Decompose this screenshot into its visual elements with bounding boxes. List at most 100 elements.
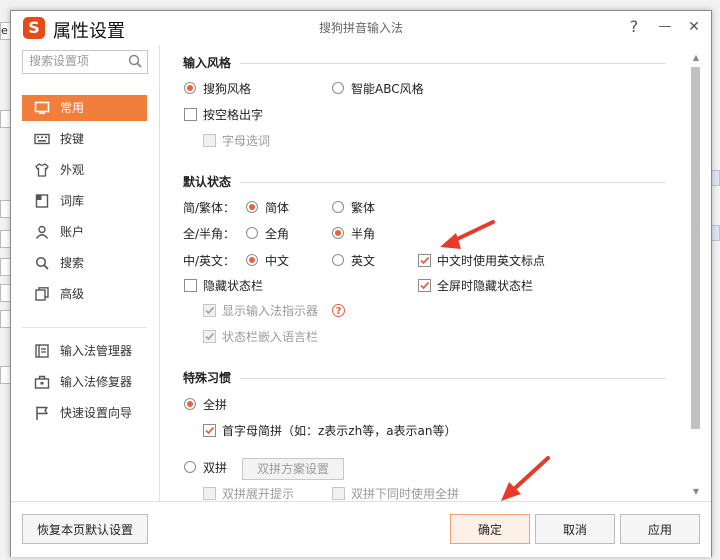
sidebar: 常用 按键 外观 词库 账户 搜索 高级 输入法管理器 [11, 45, 160, 501]
option-label: 全屏时隐藏状态栏 [437, 279, 534, 293]
minimize-button[interactable]: — [654, 14, 676, 40]
radio-indicator [184, 461, 196, 473]
radio-indicator [246, 254, 258, 266]
option-label: 搜狗风格 [203, 82, 252, 96]
keyboard-icon [34, 133, 50, 145]
checkbox-indicator [418, 254, 431, 267]
row-label-width: 全/半角： [183, 227, 236, 241]
option-label: 智能ABC风格 [351, 82, 424, 96]
scroll-thumb[interactable] [691, 67, 700, 429]
help-button[interactable]: ? [623, 14, 645, 40]
option-label: 双拼 [203, 461, 228, 475]
option-label: 双拼展开提示 [222, 487, 295, 501]
radio-indicator [246, 227, 258, 239]
close-button[interactable]: ✕ [683, 14, 705, 40]
checkbox-indicator [203, 304, 216, 317]
dialog-footer: 恢复本页默认设置 确定 取消 应用 [11, 501, 711, 557]
row-label-cn-en: 中/英文： [183, 254, 236, 268]
checkbox-indicator [184, 108, 197, 121]
sidebar-item-label: 高级 [60, 287, 85, 301]
section-title-default-state: 默认状态 [183, 175, 232, 189]
option-label: 中文 [265, 254, 290, 268]
radio-indicator [332, 201, 344, 213]
flag-icon [36, 406, 48, 420]
option-label: 状态栏嵌入语言栏 [222, 330, 319, 344]
section-divider [240, 182, 666, 183]
manager-icon [35, 344, 49, 358]
layers-icon [35, 287, 49, 301]
sidebar-item-appearance[interactable]: 外观 [22, 157, 147, 183]
sidebar-item-label: 账户 [60, 225, 85, 239]
checkbox-indicator [203, 134, 216, 147]
check-icon [205, 426, 215, 435]
restore-defaults-button[interactable]: 恢复本页默认设置 [22, 514, 148, 544]
radio-indicator [184, 82, 196, 94]
check-icon [205, 332, 215, 341]
sidebar-item-search[interactable]: 搜索 [22, 250, 147, 276]
section-title-special-habits: 特殊习惯 [183, 371, 232, 385]
row-label-simp-trad: 简/繁体： [183, 201, 236, 215]
sidebar-item-label: 外观 [60, 163, 85, 177]
option-label: 首字母简拼（如：z表示zh等，a表示an等） [222, 424, 457, 438]
settings-content: 输入风格 搜狗风格 智能ABC风格 按空格出字 字母选词 默认状态 简/繁体： … [160, 45, 691, 501]
sidebar-item-advanced[interactable]: 高级 [22, 281, 147, 307]
scrollbar[interactable]: ▲ ▼ [690, 53, 702, 497]
option-label: 全角 [265, 227, 290, 241]
radio-indicator [332, 227, 344, 239]
radio-indicator [246, 201, 258, 213]
sidebar-item-common[interactable]: 常用 [22, 95, 147, 121]
search-box [22, 50, 148, 74]
shirt-icon [35, 163, 49, 177]
option-label: 繁体 [351, 201, 376, 215]
double-pinyin-scheme-button[interactable]: 双拼方案设置 [242, 458, 344, 480]
section-divider [240, 63, 666, 64]
section-divider [240, 378, 666, 379]
option-label: 半角 [351, 227, 376, 241]
option-label: 英文 [351, 254, 376, 268]
sidebar-item-lexicon[interactable]: 词库 [22, 188, 147, 214]
cancel-button[interactable]: 取消 [535, 514, 615, 544]
search-input[interactable] [23, 51, 133, 71]
title-bar: S 属性设置 搜狗拼音输入法 ? — ✕ [11, 11, 711, 45]
ok-button[interactable]: 确定 [450, 514, 530, 544]
check-icon [205, 306, 215, 315]
tool-label: 快速设置向导 [60, 406, 133, 420]
monitor-icon [34, 101, 50, 115]
radio-indicator [184, 398, 196, 410]
tool-quick-setup[interactable]: 快速设置向导 [22, 400, 147, 426]
scroll-down-arrow-icon[interactable]: ▼ [690, 487, 702, 497]
sidebar-item-label: 词库 [60, 194, 85, 208]
toolbox-icon [34, 375, 50, 389]
option-label: 字母选词 [222, 134, 271, 148]
sidebar-item-label: 常用 [60, 101, 85, 115]
window-subtitle: 搜狗拼音输入法 [318, 21, 403, 35]
option-label: 简体 [265, 201, 290, 215]
checkbox-indicator [203, 424, 216, 437]
checkbox-indicator [418, 279, 431, 292]
tool-ime-repair[interactable]: 输入法修复器 [22, 369, 147, 395]
sidebar-item-keys[interactable]: 按键 [22, 126, 147, 152]
checkbox-indicator [332, 487, 345, 500]
tool-ime-manager[interactable]: 输入法管理器 [22, 338, 147, 364]
option-label: 全拼 [203, 398, 228, 412]
option-label: 显示输入法指示器 [222, 304, 319, 318]
checkbox-indicator [203, 487, 216, 500]
sidebar-item-label: 按键 [60, 132, 85, 146]
help-icon[interactable]: ? [332, 304, 345, 317]
search-icon[interactable] [127, 53, 143, 69]
scroll-up-arrow-icon[interactable]: ▲ [690, 53, 702, 63]
checkbox-indicator [184, 279, 197, 292]
radio-indicator [332, 82, 344, 94]
sidebar-item-account[interactable]: 账户 [22, 219, 147, 245]
check-icon [420, 281, 430, 290]
check-icon [420, 256, 430, 265]
option-label: 按空格出字 [203, 108, 264, 122]
radio-indicator [332, 254, 344, 266]
apply-button[interactable]: 应用 [620, 514, 700, 544]
tool-label: 输入法修复器 [60, 375, 133, 389]
section-title-input-style: 输入风格 [183, 56, 232, 70]
search-icon [35, 256, 49, 270]
sidebar-divider [22, 327, 147, 328]
checkbox-indicator [203, 330, 216, 343]
book-icon [35, 194, 49, 208]
